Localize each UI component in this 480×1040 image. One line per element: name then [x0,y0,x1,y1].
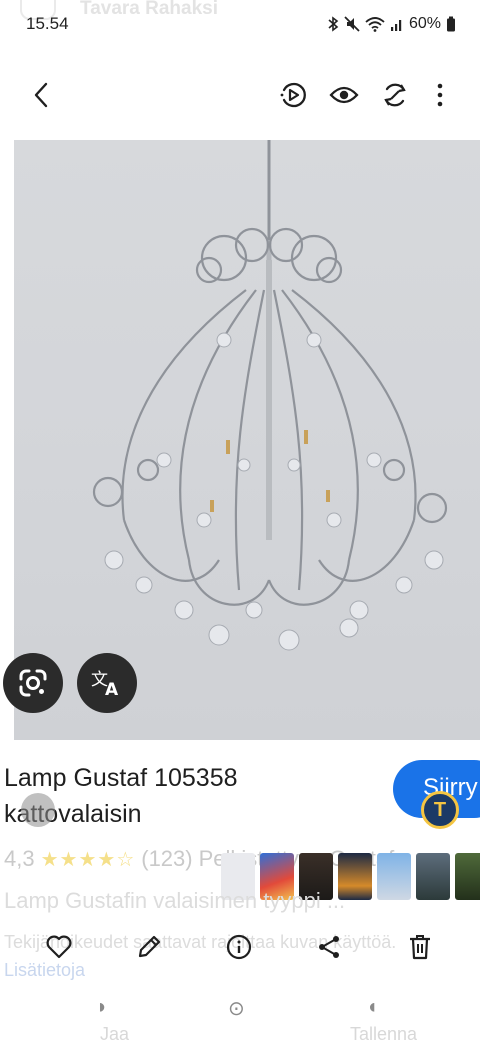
wifi-icon [365,17,385,32]
delete-button[interactable] [404,931,436,963]
details-button[interactable] [223,931,255,963]
google-lens-button[interactable] [3,653,63,713]
lens-icon [19,669,47,697]
rating-value: 4,3 [4,846,35,871]
translate-badge[interactable]: T [421,791,459,829]
nav-home-hint[interactable]: ⊙ [228,996,245,1021]
heart-icon [46,935,72,959]
share-icon [319,936,339,958]
back-icon [34,82,48,108]
photo-gutter [0,140,14,740]
eye-icon [329,86,359,104]
status-time: 15.54 [26,14,69,33]
edit-icon [138,935,161,958]
motion-photo-button[interactable] [276,78,310,112]
more-options-button[interactable] [423,78,457,112]
thumbnail[interactable] [416,853,450,900]
view-button[interactable] [327,78,361,112]
edit-button[interactable] [133,931,165,963]
nav-back-hint[interactable]: ◗ [96,996,108,1019]
share-button[interactable] [313,931,345,963]
share-faint-label: Jaa [100,1024,130,1040]
signal-icon [390,20,402,31]
chandelier-image [92,140,448,651]
info-icon [226,934,252,960]
status-bar: Tavara Rahaksi 15.54 60% [0,0,480,50]
star-rating: ★★★★☆ [40,848,136,871]
back-button[interactable] [24,78,58,112]
thumbnail[interactable] [455,853,480,900]
favorite-button[interactable] [43,931,75,963]
review-count: (123) [141,846,193,871]
product-description: Lamp Gustafin valaisimen tyyppi ... [4,888,346,913]
chandelier-photo[interactable] [14,140,480,740]
photo-action-bar [0,925,480,969]
mute-icon [344,16,360,32]
viewer-toolbar [0,50,480,140]
delete-icon [410,935,430,960]
save-faint-label: Tallenna [350,1024,418,1040]
battery-icon [447,16,455,32]
nav-recent-hint[interactable]: ◖ [366,996,378,1019]
thumbnail[interactable] [377,853,411,900]
rotate-icon [384,83,406,107]
status-icons: 60% [327,13,456,35]
svg-text:A: A [105,680,119,698]
more-icon [437,83,443,107]
floating-assistant-icon[interactable] [21,793,55,827]
battery-percentage: 60% [408,15,441,32]
motion-photo-icon [280,82,306,108]
lens-result-sheet: Lamp Gustaf 105358 kattovalaisin Siirry … [0,740,480,1040]
translate-icon: 文 A [91,670,119,698]
rotate-button[interactable] [378,78,412,112]
translate-button[interactable]: 文 A [77,653,137,713]
background-app-title: Tavara Rahaksi [80,0,219,19]
bluetooth-icon [328,16,339,32]
